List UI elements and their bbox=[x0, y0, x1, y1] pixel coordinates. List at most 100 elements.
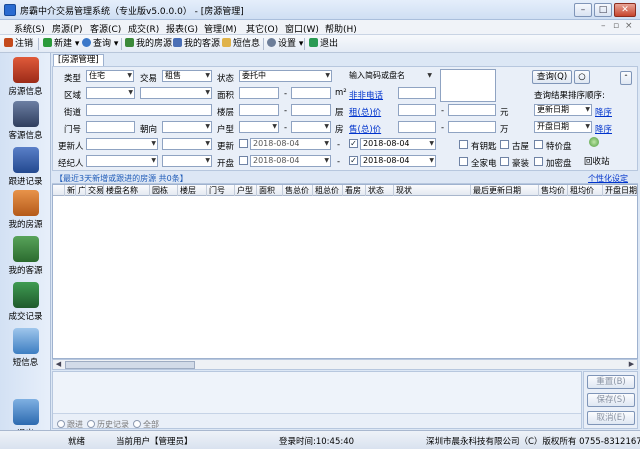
exit-button[interactable]: 退出 bbox=[309, 38, 338, 51]
direction-select[interactable] bbox=[162, 121, 212, 133]
col-door[interactable]: 门号 bbox=[207, 185, 235, 196]
sale-min-input[interactable] bbox=[398, 121, 436, 133]
radio-history[interactable]: 历史记录 bbox=[87, 419, 129, 430]
col-status[interactable]: 状态 bbox=[366, 185, 394, 196]
mdi-close-icon[interactable]: × bbox=[625, 21, 633, 31]
new-button[interactable]: 新建 ▾ bbox=[43, 38, 79, 51]
update-to-checkbox[interactable]: ✓ bbox=[349, 139, 358, 148]
col-ad[interactable]: 广 bbox=[76, 185, 86, 196]
updater-select[interactable] bbox=[86, 138, 158, 150]
open-to-checkbox[interactable]: ✓ bbox=[349, 156, 358, 165]
menu-system[interactable]: 系统(S) bbox=[14, 22, 45, 35]
radio-all[interactable]: 全部 bbox=[133, 419, 159, 430]
scroll-left-icon[interactable]: ◀ bbox=[53, 360, 64, 369]
area-select[interactable] bbox=[86, 87, 135, 99]
open-to-date[interactable]: 2018-08-04 bbox=[360, 155, 436, 167]
maximize-button[interactable]: □ bbox=[594, 3, 612, 17]
scroll-thumb[interactable] bbox=[65, 361, 195, 369]
agent-select[interactable] bbox=[86, 155, 158, 167]
menu-window[interactable]: 窗口(W) bbox=[285, 22, 319, 35]
cancel-button[interactable]: 取消(E) bbox=[587, 411, 635, 425]
radio-follow[interactable]: 跟进 bbox=[57, 419, 83, 430]
update-from-checkbox[interactable] bbox=[239, 139, 248, 148]
col-building[interactable]: 楼盘名称 bbox=[104, 185, 150, 196]
col-last-update[interactable]: 最后更新日期 bbox=[471, 185, 539, 196]
my-client-button[interactable]: 我的客源 bbox=[173, 38, 220, 51]
scroll-right-icon[interactable]: ▶ bbox=[626, 360, 637, 369]
check-special[interactable] bbox=[534, 140, 543, 149]
floor-min-input[interactable] bbox=[239, 104, 279, 116]
check-old[interactable] bbox=[500, 140, 509, 149]
col-new[interactable]: 新 bbox=[65, 185, 76, 196]
clear-button[interactable]: ○ bbox=[574, 70, 590, 84]
layout-min-select[interactable] bbox=[239, 121, 279, 133]
trade-select[interactable]: 租售 bbox=[162, 70, 212, 82]
status-select[interactable]: 委托中 bbox=[239, 70, 332, 82]
horizontal-scrollbar[interactable]: ◀ ▶ bbox=[52, 359, 638, 370]
menu-help[interactable]: 帮助(H) bbox=[325, 22, 357, 35]
result-grid[interactable]: 新 广 交易 楼盘名称 园栋 楼层 门号 户型 面积 售总价 租总价 看房 状态… bbox=[52, 184, 638, 359]
code-select[interactable]: 输入简码或盘名 bbox=[346, 70, 434, 82]
minimize-button[interactable]: – bbox=[574, 3, 592, 17]
notes-textarea[interactable] bbox=[53, 372, 581, 414]
col-layout[interactable]: 户型 bbox=[235, 185, 257, 196]
check-key[interactable] bbox=[459, 140, 468, 149]
update-to-date[interactable]: 2018-08-04 bbox=[360, 138, 436, 150]
sidebar-item-sms[interactable]: 短信息 bbox=[0, 328, 51, 368]
sale-price-link[interactable]: 售(总)价 bbox=[349, 123, 381, 135]
layout-max-select[interactable] bbox=[291, 121, 331, 133]
sort2-select[interactable]: 开盘日期 bbox=[534, 121, 592, 133]
updater-sub-select[interactable] bbox=[162, 138, 212, 150]
rent-max-input[interactable] bbox=[448, 104, 496, 116]
sidebar-item-my-house[interactable]: 我的房源 bbox=[0, 190, 51, 230]
col-floor[interactable]: 楼层 bbox=[178, 185, 207, 196]
type-select[interactable]: 住宅 bbox=[86, 70, 134, 82]
custom-settings-link[interactable]: 个性化设定 bbox=[588, 173, 628, 184]
recycle-icon[interactable] bbox=[589, 137, 599, 147]
menu-house[interactable]: 房源(P) bbox=[52, 22, 82, 35]
update-from-date[interactable]: 2018-08-04 bbox=[250, 138, 331, 150]
col-block[interactable]: 园栋 bbox=[150, 185, 178, 196]
menu-report[interactable]: 报表(G) bbox=[166, 22, 198, 35]
floor-max-input[interactable] bbox=[291, 104, 331, 116]
sidebar-item-my-client[interactable]: 我的客源 bbox=[0, 236, 51, 276]
col-trade[interactable]: 交易 bbox=[86, 185, 104, 196]
save-button[interactable]: 保存(S) bbox=[587, 393, 635, 407]
sidebar-item-follow[interactable]: 跟进记录 bbox=[0, 147, 51, 187]
mdi-minimize-icon[interactable]: – bbox=[601, 21, 606, 31]
agent-sub-select[interactable] bbox=[162, 155, 212, 167]
col-size[interactable]: 面积 bbox=[257, 185, 283, 196]
menu-client[interactable]: 客源(C) bbox=[90, 22, 121, 35]
menu-manage[interactable]: 管理(M) bbox=[204, 22, 237, 35]
close-button[interactable]: ✕ bbox=[614, 3, 636, 17]
sidebar-item-deal[interactable]: 成交记录 bbox=[0, 282, 51, 322]
reset-button[interactable]: 重置(B) bbox=[587, 375, 635, 389]
settings-button[interactable]: 设置 ▾ bbox=[267, 38, 303, 51]
sidebar-item-house-info[interactable]: 房源信息 bbox=[0, 57, 51, 97]
sms-button[interactable]: 短信息 bbox=[222, 38, 260, 51]
order1-link[interactable]: 降序 bbox=[595, 106, 612, 118]
col-view[interactable]: 看房 bbox=[343, 185, 366, 196]
phone-input[interactable] bbox=[398, 87, 436, 99]
col-open-date[interactable]: 开盘日期 bbox=[603, 185, 637, 196]
street-input[interactable] bbox=[86, 104, 212, 116]
sidebar-item-client-info[interactable]: 客源信息 bbox=[0, 101, 51, 141]
my-house-button[interactable]: 我的房源 bbox=[125, 38, 172, 51]
door-input[interactable] bbox=[86, 121, 135, 133]
sale-max-input[interactable] bbox=[448, 121, 496, 133]
open-from-checkbox[interactable] bbox=[239, 156, 248, 165]
menu-other[interactable]: 其它(O) bbox=[246, 22, 278, 35]
lift-phone-link[interactable]: 非非电话 bbox=[349, 89, 383, 101]
menu-deal[interactable]: 成交(R) bbox=[128, 22, 159, 35]
col-sale-total[interactable]: 售总价 bbox=[283, 185, 313, 196]
check-luxury[interactable] bbox=[500, 157, 509, 166]
area-sub-select[interactable] bbox=[140, 87, 212, 99]
size-max-input[interactable] bbox=[291, 87, 331, 99]
recycle-label[interactable]: 回收站 bbox=[584, 155, 610, 167]
rent-min-input[interactable] bbox=[398, 104, 436, 116]
col-rent-avg[interactable]: 租均价 bbox=[568, 185, 603, 196]
col-current[interactable]: 现状 bbox=[394, 185, 471, 196]
check-appliance[interactable] bbox=[459, 157, 468, 166]
col-sale-avg[interactable]: 售均价 bbox=[539, 185, 568, 196]
query-submit-button[interactable]: 查询(Q) bbox=[532, 70, 572, 84]
